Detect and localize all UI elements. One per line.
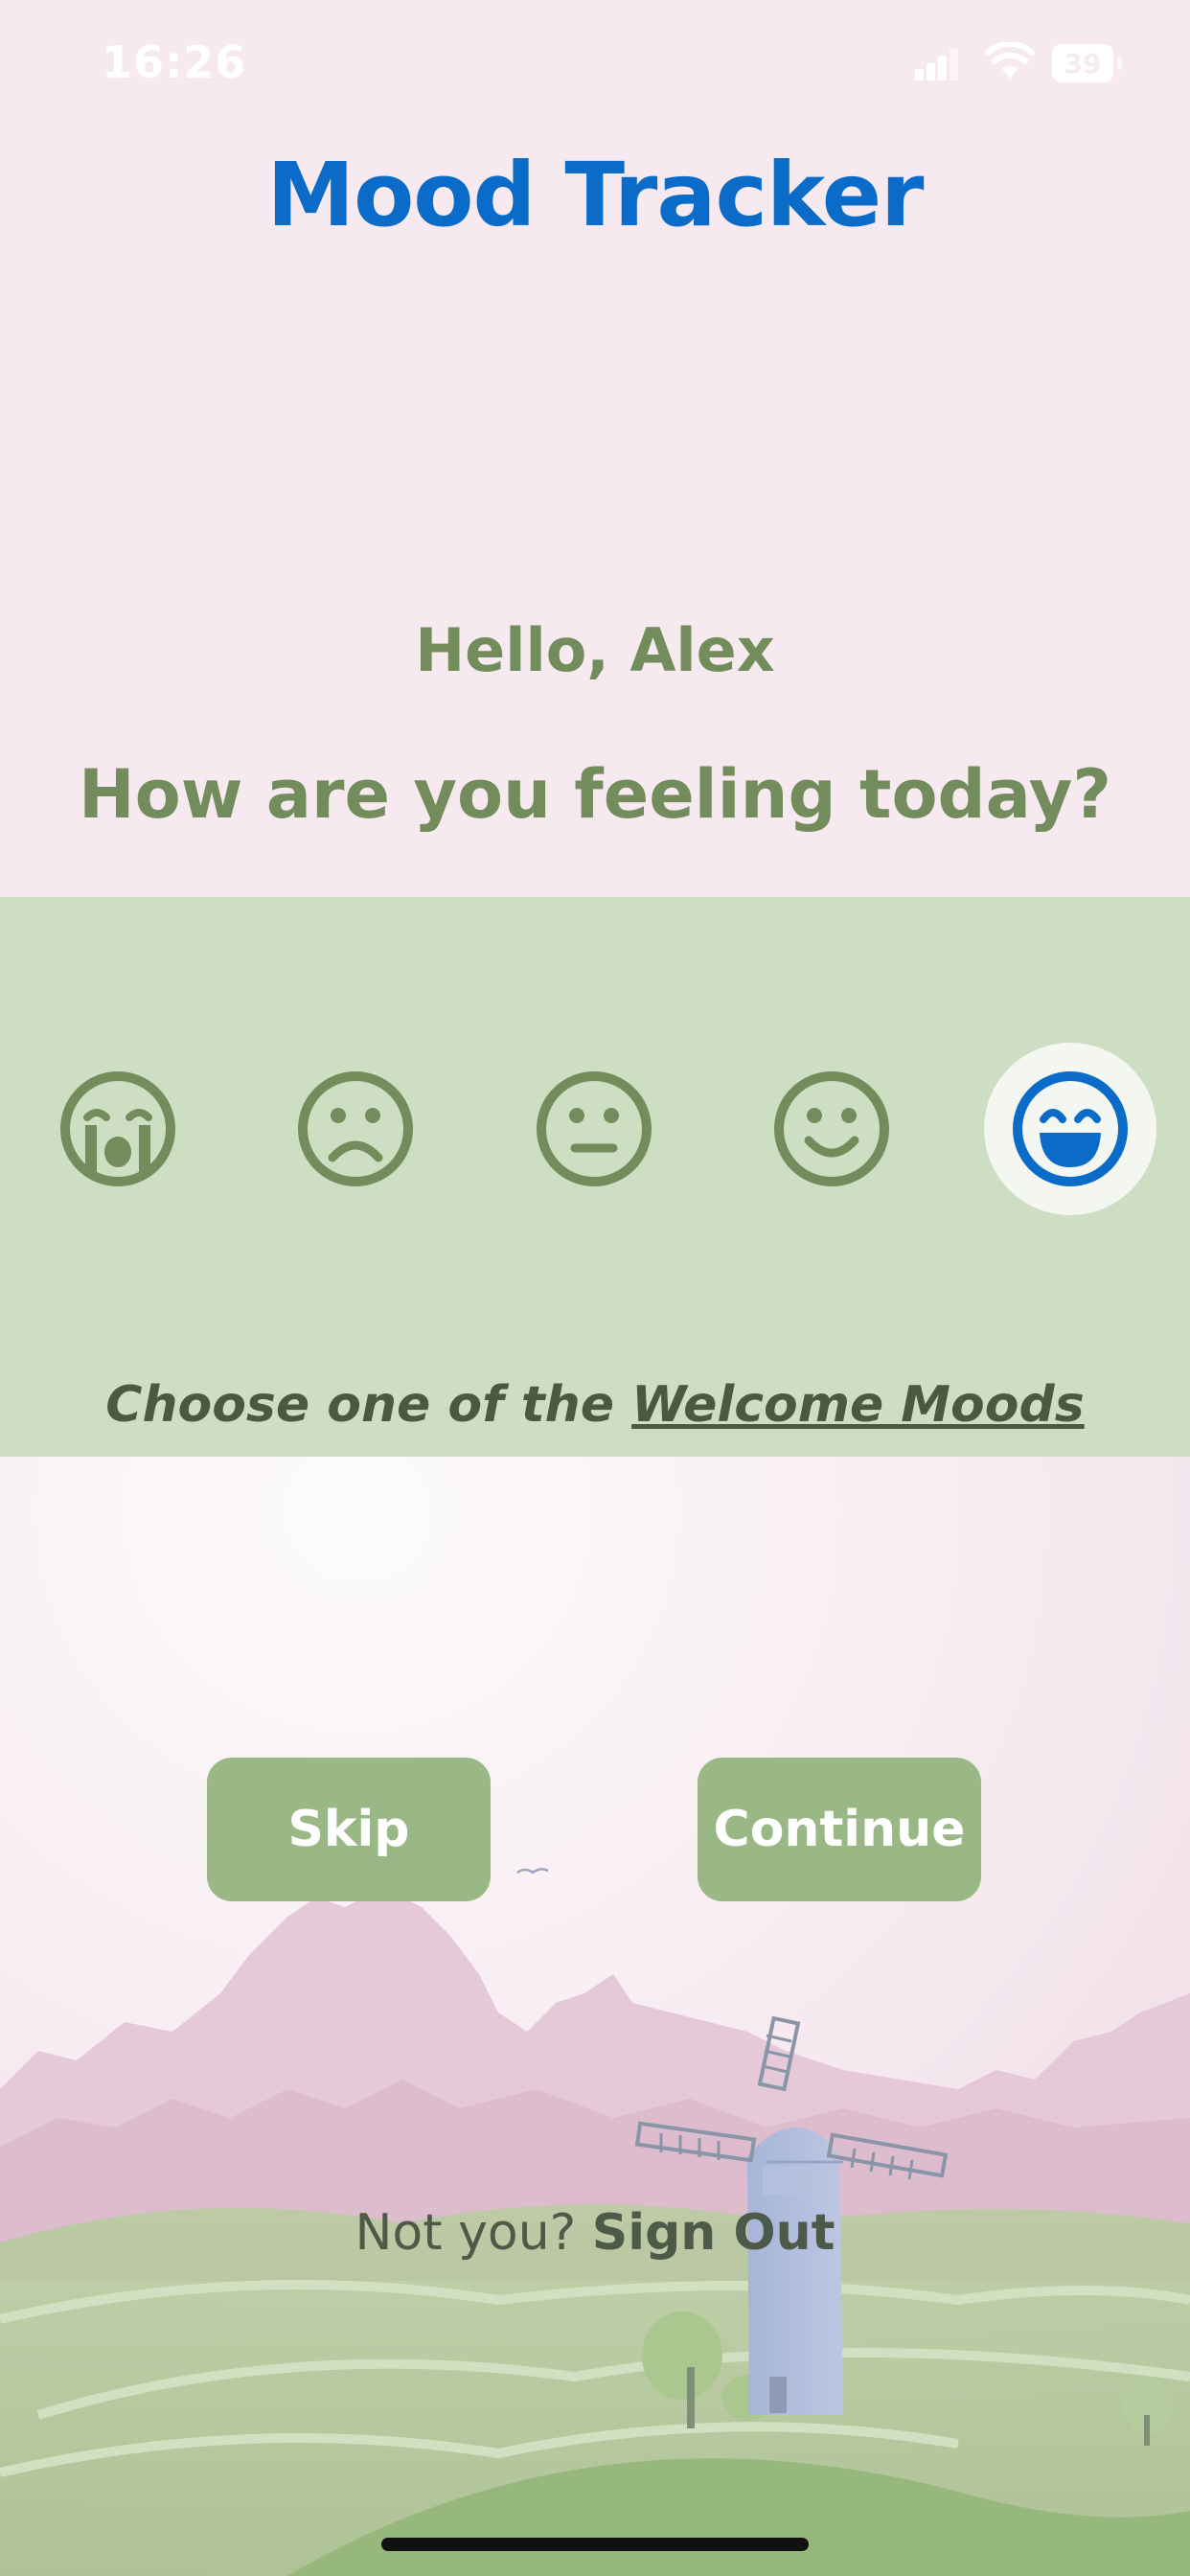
greeting-text: Hello, Alex	[415, 615, 775, 685]
mood-option-neutral[interactable]	[508, 1043, 680, 1215]
sign-out-link[interactable]: Sign Out	[592, 2204, 835, 2262]
mood-hint-prefix: Choose one of the	[105, 1376, 632, 1434]
neutral-face-icon	[537, 1071, 652, 1186]
mood-selector: Choose one of the Welcome Moods	[0, 897, 1190, 1457]
mood-question: How are you feeling today?	[79, 755, 1111, 834]
mood-option-smiling[interactable]	[745, 1043, 918, 1215]
sad-face-icon	[298, 1071, 413, 1186]
skip-button[interactable]: Skip	[207, 1758, 491, 1901]
mood-option-sad[interactable]	[269, 1043, 442, 1215]
wifi-icon	[985, 42, 1035, 79]
not-you-prompt: Not you?	[355, 2204, 592, 2262]
continue-button[interactable]: Continue	[698, 1758, 981, 1901]
app-title: Mood Tracker	[266, 144, 925, 246]
status-bar: 16:26 39	[0, 0, 1190, 130]
mood-hint: Choose one of the Welcome Moods	[0, 1376, 1190, 1434]
home-indicator[interactable]	[381, 2538, 809, 2551]
battery-icon: 39	[1052, 44, 1113, 82]
cellular-signal-icon	[915, 48, 959, 80]
mood-option-laughing[interactable]	[984, 1043, 1156, 1215]
status-time: 16:26	[102, 36, 247, 88]
laughing-face-icon	[1013, 1071, 1128, 1186]
battery-level: 39	[1064, 47, 1102, 80]
smiling-face-icon	[774, 1071, 889, 1186]
sign-out-row: Not you? Sign Out	[0, 2204, 1190, 2262]
mood-option-crying[interactable]	[32, 1043, 204, 1215]
crying-face-icon	[60, 1071, 175, 1186]
landscape-illustration	[0, 1457, 1190, 2576]
welcome-moods-link[interactable]: Welcome Moods	[631, 1376, 1085, 1434]
